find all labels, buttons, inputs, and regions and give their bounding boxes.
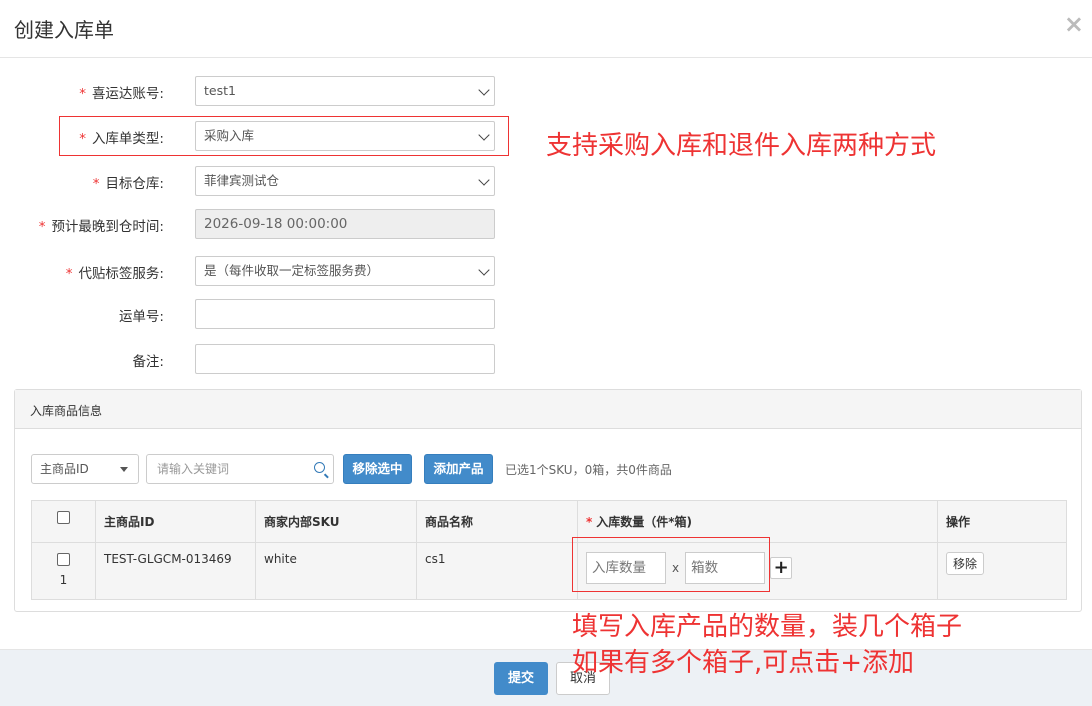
submit-button[interactable]: 提交	[494, 662, 548, 695]
products-table: 主商品ID 商家内部SKU 商品名称 * 入库数量（件*箱) 操作 1 TEST-…	[31, 500, 1067, 600]
account-label: * 喜运达账号:	[79, 86, 164, 102]
type-annotation: 支持采购入库和退件入库两种方式	[546, 131, 937, 161]
col-product-name: 商品名称	[416, 500, 578, 543]
remark-label: 备注:	[132, 354, 164, 370]
row-checkbox[interactable]	[57, 553, 70, 566]
select-all-checkbox[interactable]	[57, 511, 70, 524]
label-service-label: * 代贴标签服务:	[65, 266, 164, 282]
account-value: test1	[204, 83, 236, 98]
form-row-label-service: * 代贴标签服务: 是（每件收取一定标签服务费）	[0, 256, 520, 286]
type-highlight-box	[59, 116, 509, 156]
cell-internal-sku: white	[255, 542, 417, 600]
selection-summary: 已选1个SKU，0箱，共0件商品	[505, 463, 672, 477]
row-number: 1	[59, 573, 68, 587]
table-row: 1 TEST-GLGCM-013469 white cs1 入库数量 x 箱数 + 移…	[31, 542, 1067, 600]
col-internal-sku: 商家内部SKU	[255, 500, 417, 543]
arrival-time-field: 2026-09-18 00:00:00	[195, 209, 495, 239]
panel-heading: 入库商品信息	[15, 390, 1081, 429]
keyword-search-input[interactable]: 请输入关键词	[146, 454, 334, 484]
required-mark: *	[586, 515, 593, 529]
row-select-cell: 1	[31, 542, 96, 600]
form-row-account: * 喜运达账号: test1	[0, 76, 520, 106]
col-product-id: 主商品ID	[95, 500, 256, 543]
label-service-value: 是（每件收取一定标签服务费）	[204, 263, 380, 278]
search-placeholder: 请输入关键词	[157, 462, 230, 476]
arrival-time-label: * 预计最晚到仓时间:	[38, 219, 164, 235]
plus-icon[interactable]: +	[770, 557, 793, 579]
tracking-input[interactable]	[195, 299, 495, 329]
modal-title: 创建入库单	[14, 18, 114, 42]
filter-field-select[interactable]: 主商品ID	[31, 454, 139, 484]
modal-footer: 提交 取消	[0, 649, 1092, 706]
required-mark: *	[38, 219, 46, 235]
chevron-down-icon	[478, 174, 490, 186]
filter-field-value: 主商品ID	[40, 462, 89, 476]
modal-header: 创建入库单 ×	[0, 0, 1092, 58]
form-row-remark: 备注:	[0, 344, 520, 374]
qty-highlight-box	[572, 537, 770, 592]
label-service-select[interactable]: 是（每件收取一定标签服务费）	[195, 256, 495, 286]
warehouse-label: * 目标仓库:	[92, 176, 164, 192]
form-row-arrival-time: * 预计最晚到仓时间: 2026-09-18 00:00:00	[0, 209, 520, 239]
cell-action: 移除	[937, 542, 1067, 600]
add-product-button[interactable]: 添加产品	[424, 454, 493, 484]
remove-selected-button[interactable]: 移除选中	[343, 454, 412, 484]
chevron-down-icon	[478, 84, 490, 96]
warehouse-select[interactable]: 菲律宾测试仓	[195, 166, 495, 196]
form-row-tracking: 运单号:	[0, 299, 520, 329]
remark-input[interactable]	[195, 344, 495, 374]
qty-annotation-line1: 填写入库产品的数量，装几个箱子	[572, 612, 963, 642]
products-panel: 入库商品信息 主商品ID 请输入关键词 移除选中 添加产品 已选1个SKU，0箱…	[14, 389, 1082, 612]
required-mark: *	[65, 266, 73, 282]
required-mark: *	[79, 86, 86, 102]
create-inbound-modal: 创建入库单 × * 喜运达账号: test1 * 入库单类型: 采购入库 * 目标仓库…	[0, 0, 1092, 706]
chevron-down-icon	[478, 264, 490, 276]
account-select[interactable]: test1	[195, 76, 495, 106]
tracking-label: 运单号:	[118, 309, 164, 325]
cell-product-id: TEST-GLGCM-013469	[95, 542, 256, 600]
warehouse-value: 菲律宾测试仓	[204, 173, 280, 188]
cell-product-name: cs1	[416, 542, 578, 600]
col-action: 操作	[937, 500, 1067, 543]
table-header-row: 主商品ID 商家内部SKU 商品名称 * 入库数量（件*箱) 操作	[31, 500, 1067, 543]
search-icon[interactable]	[314, 462, 325, 473]
remove-row-button[interactable]: 移除	[946, 552, 985, 575]
select-all-cell	[31, 500, 96, 543]
required-mark: *	[92, 176, 100, 192]
close-icon[interactable]: ×	[1064, 10, 1084, 38]
caret-down-icon	[120, 467, 128, 472]
form-row-warehouse: * 目标仓库: 菲律宾测试仓	[0, 166, 520, 196]
qty-annotation-line2: 如果有多个箱子,可点击+添加	[572, 648, 915, 678]
